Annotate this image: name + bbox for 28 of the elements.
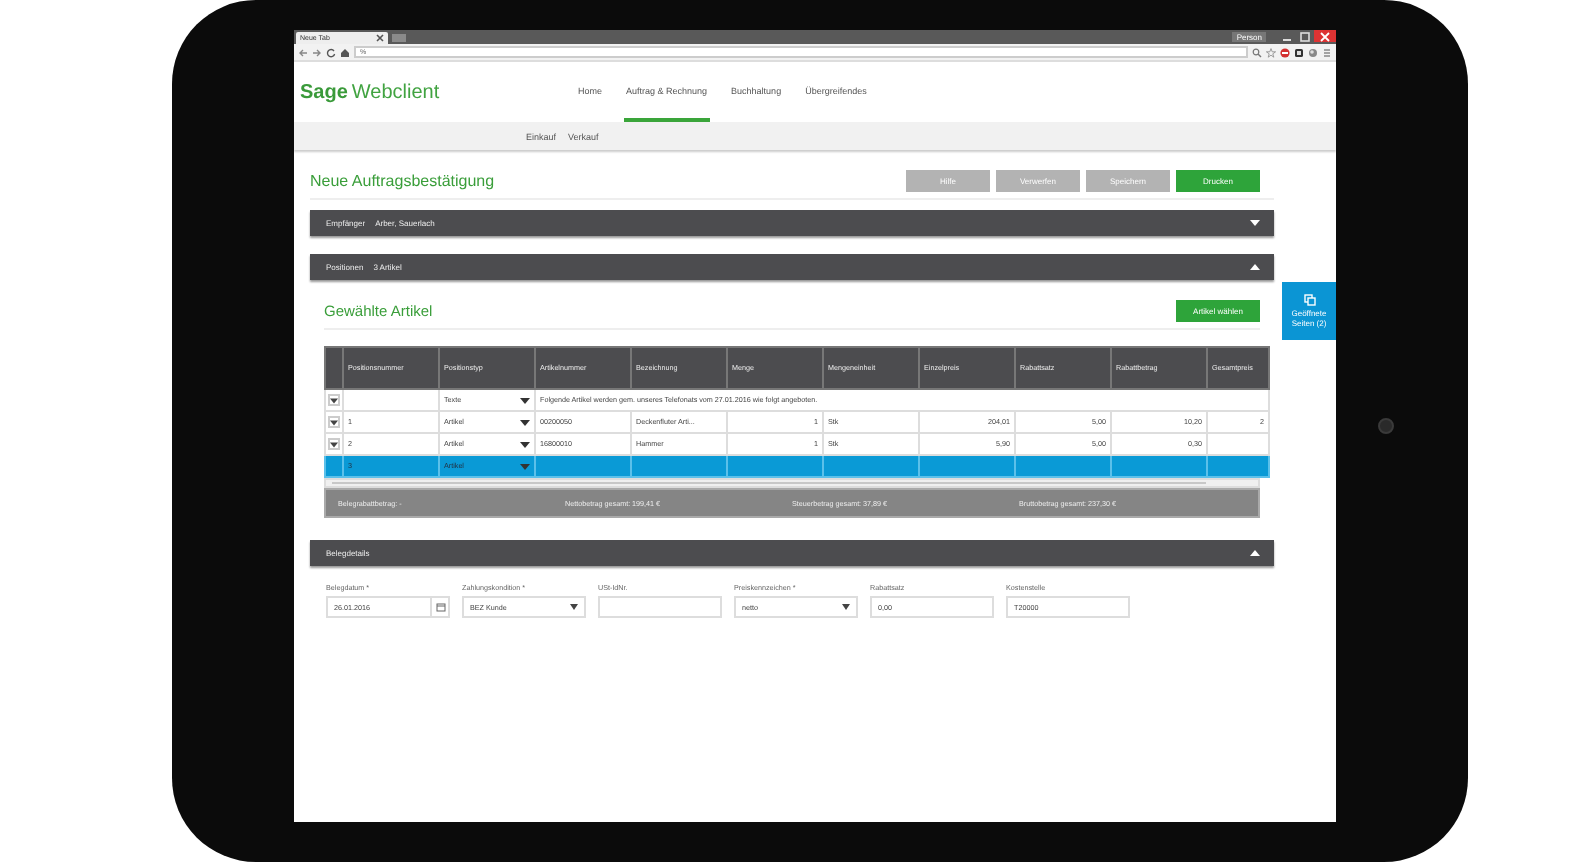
page-title: Neue Auftragsbestätigung [310,171,497,189]
close-icon [1320,31,1330,41]
expand-button[interactable] [328,416,340,428]
caret-icon [520,441,530,447]
caret-icon [520,419,530,425]
input-field[interactable] [598,596,722,618]
caret-icon [520,397,530,403]
expand-button[interactable] [328,438,340,450]
caret-icon [330,397,338,403]
caret-icon [330,441,338,447]
caret-icon [520,463,530,469]
stop-icon [1280,47,1290,57]
caret-icon [842,604,850,610]
caret-icon [330,419,338,425]
star-icon [1266,47,1276,57]
camera-icon [1378,418,1394,434]
pages-icon [1303,293,1315,306]
reload-icon [326,47,336,57]
maximize-button[interactable] [1296,30,1314,42]
expand-button[interactable] [328,394,340,406]
close-button[interactable] [1314,30,1336,42]
menu-icon [1322,47,1332,57]
search-icon [1252,47,1262,57]
app-logo[interactable]: Sage Webclient [300,81,576,103]
back-icon [298,47,308,57]
caret-icon [570,604,578,610]
calendar-icon [435,602,445,612]
forward-icon [312,47,322,57]
